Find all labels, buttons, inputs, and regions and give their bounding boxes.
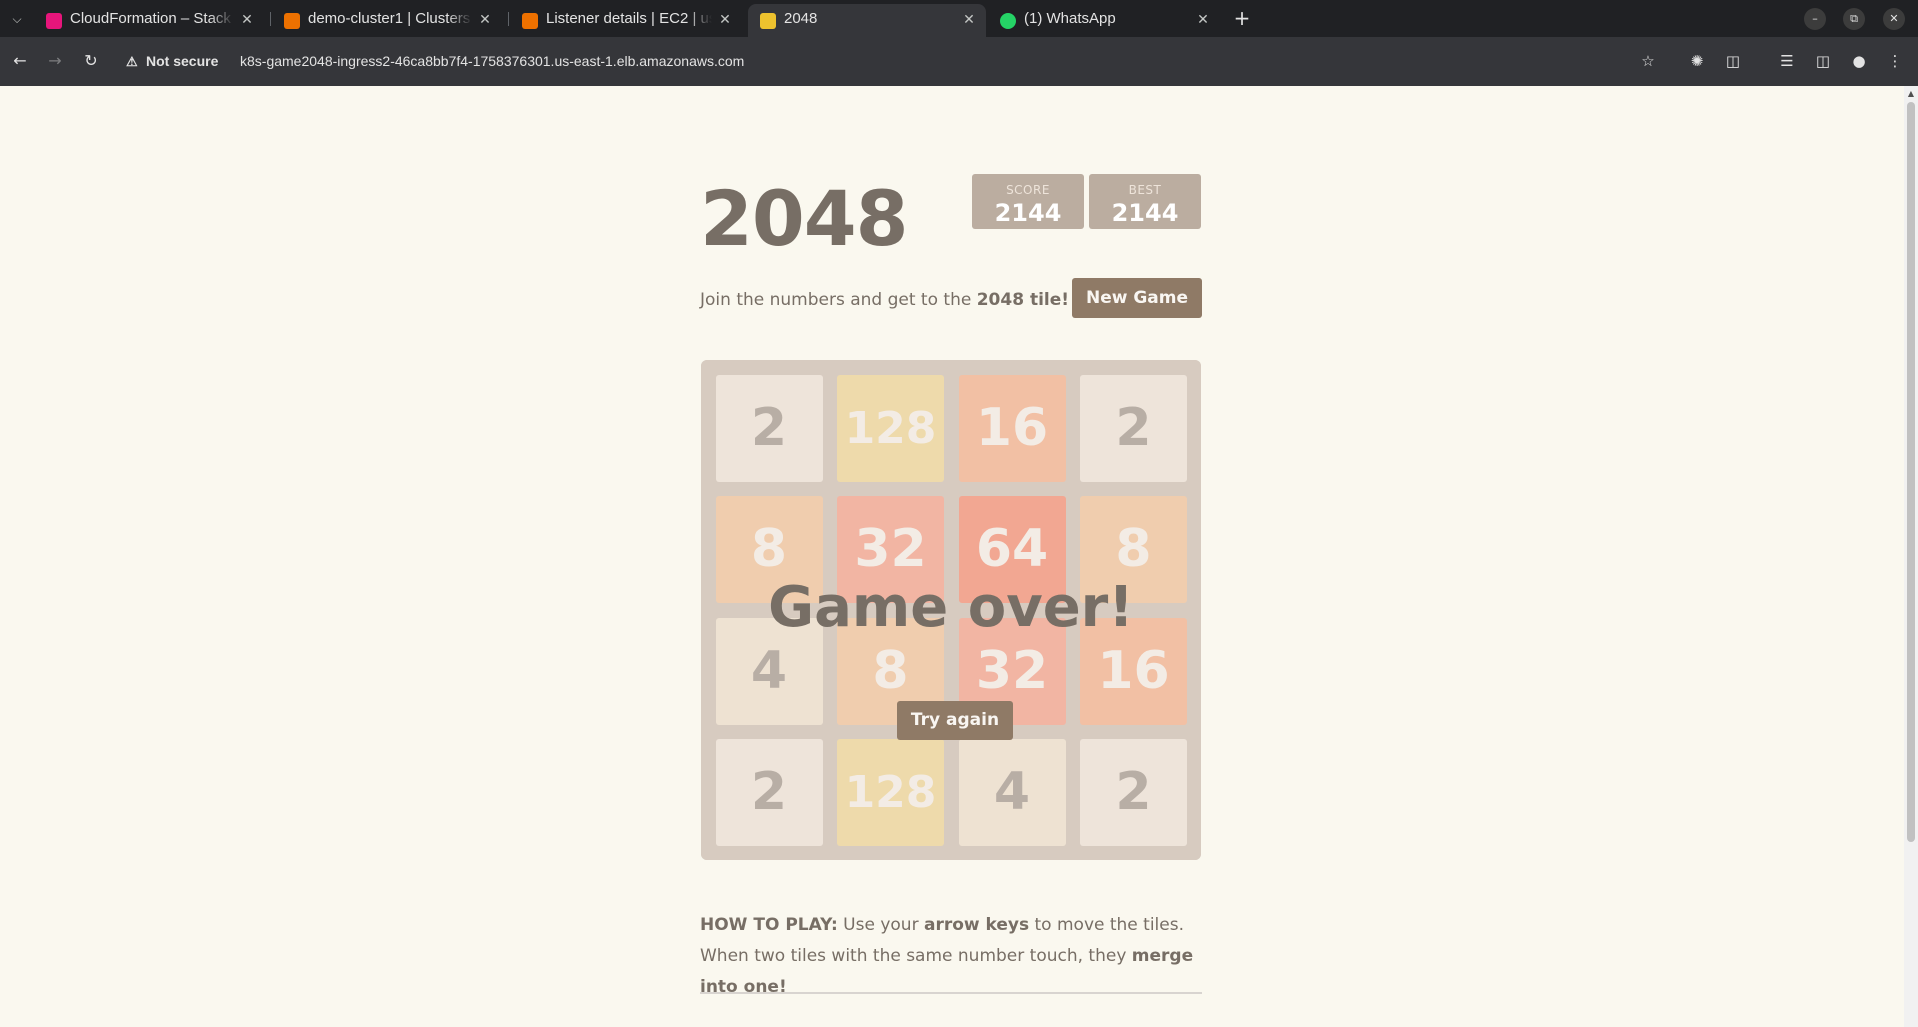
howto-heading: HOW TO PLAY: [700,915,838,935]
security-chip[interactable]: ⚠ Not secure [126,50,218,72]
game-title: 2048 [700,174,909,263]
tab-divider [508,12,509,26]
tab-title: demo-cluster1 | Clusters [308,10,471,27]
game-over-message: Game over! [768,575,1134,640]
close-tab-icon[interactable]: ✕ [1194,4,1212,34]
side-panel-icon[interactable]: ◫ [1811,49,1835,73]
close-tab-icon[interactable]: ✕ [238,4,256,34]
eks-favicon-icon [284,13,300,29]
best-value: 2144 [1111,199,1179,227]
back-icon[interactable]: ← [8,49,32,73]
intro-text: Join the numbers and get to the 2048 til… [700,288,1069,312]
new-game-button[interactable]: New Game [1072,278,1202,318]
warning-icon: ⚠ [126,54,138,69]
scroll-up-icon[interactable]: ▲ [1906,89,1916,99]
tab-divider [270,12,271,26]
score-box: SCORE 2144 [972,174,1084,229]
reload-icon[interactable]: ↻ [79,49,103,73]
security-label: Not secure [146,53,219,69]
divider [700,992,1202,994]
tab-strip: ⌵ CloudFormation – Stack ✕ demo-cluster1… [0,0,1918,37]
howto-bold-1: arrow keys [923,915,1030,935]
intro-prefix: Join the numbers and get to the [700,290,977,310]
scroll-thumb[interactable] [1907,102,1915,842]
extension-icon[interactable]: ✺ [1685,49,1709,73]
address-bar[interactable]: ⚠ Not secure k8s-game2048-ingress2-46ca8b… [118,43,1680,79]
tab-eks-cluster[interactable]: demo-cluster1 | Clusters ✕ [272,4,502,37]
score-label: SCORE [1006,183,1050,197]
menu-icon[interactable]: ⋮ [1883,49,1907,73]
tab-cloudformation[interactable]: CloudFormation – Stack ✕ [34,4,264,37]
close-tab-icon[interactable]: ✕ [716,4,734,34]
tab-2048[interactable]: 2048 ✕ [748,4,986,37]
intro-bold: 2048 tile! [976,290,1070,310]
profile-icon[interactable]: ● [1847,49,1871,73]
howto-text-1: Use your [837,915,924,935]
minimize-icon[interactable]: – [1804,8,1826,30]
try-again-button[interactable]: Try again [897,701,1013,740]
whatsapp-favicon-icon [1000,13,1016,29]
best-label: BEST [1128,183,1162,197]
new-tab-icon[interactable]: + [1230,5,1254,33]
forward-icon[interactable]: → [43,49,67,73]
game-board[interactable]: 2128162832648483216212842 Game over! Try… [701,360,1201,860]
ec2-favicon-icon [522,13,538,29]
game-2048-favicon-icon [760,13,776,29]
tab-ec2-listener[interactable]: Listener details | EC2 | us ✕ [510,4,742,37]
tab-title: Listener details | EC2 | us [546,10,712,27]
puzzle-icon[interactable]: ◫ [1721,49,1745,73]
score-value: 2144 [994,199,1062,227]
tab-title: 2048 [784,10,818,27]
game-page: 2048 SCORE 2144 BEST 2144 Join the numbe… [0,86,1904,1027]
tab-title: CloudFormation – Stack [70,10,231,27]
close-tab-icon[interactable]: ✕ [960,4,978,34]
cloudformation-favicon-icon [46,13,62,29]
browser-toolbar: ← → ↻ ⚠ Not secure k8s-game2048-ingress2-… [0,37,1918,86]
close-window-icon[interactable]: ✕ [1883,8,1905,30]
how-to-play: HOW TO PLAY: Use your arrow keys to move… [700,910,1205,1003]
bookmark-star-icon[interactable]: ☆ [1636,49,1660,73]
url-text[interactable]: k8s-game2048-ingress2-46ca8bb7f4-1758376… [240,50,744,72]
best-box: BEST 2144 [1089,174,1201,229]
game-over-overlay: Game over! Try again [701,360,1201,860]
tab-whatsapp[interactable]: (1) WhatsApp ✕ [988,4,1220,37]
tab-title: (1) WhatsApp [1024,10,1116,27]
media-icon[interactable]: ☰ [1775,49,1799,73]
close-tab-icon[interactable]: ✕ [476,4,494,34]
tab-search-icon[interactable]: ⌵ [6,8,28,30]
page-scrollbar[interactable]: ▲ [1904,86,1918,1027]
restore-icon[interactable]: ⧉ [1843,8,1865,30]
